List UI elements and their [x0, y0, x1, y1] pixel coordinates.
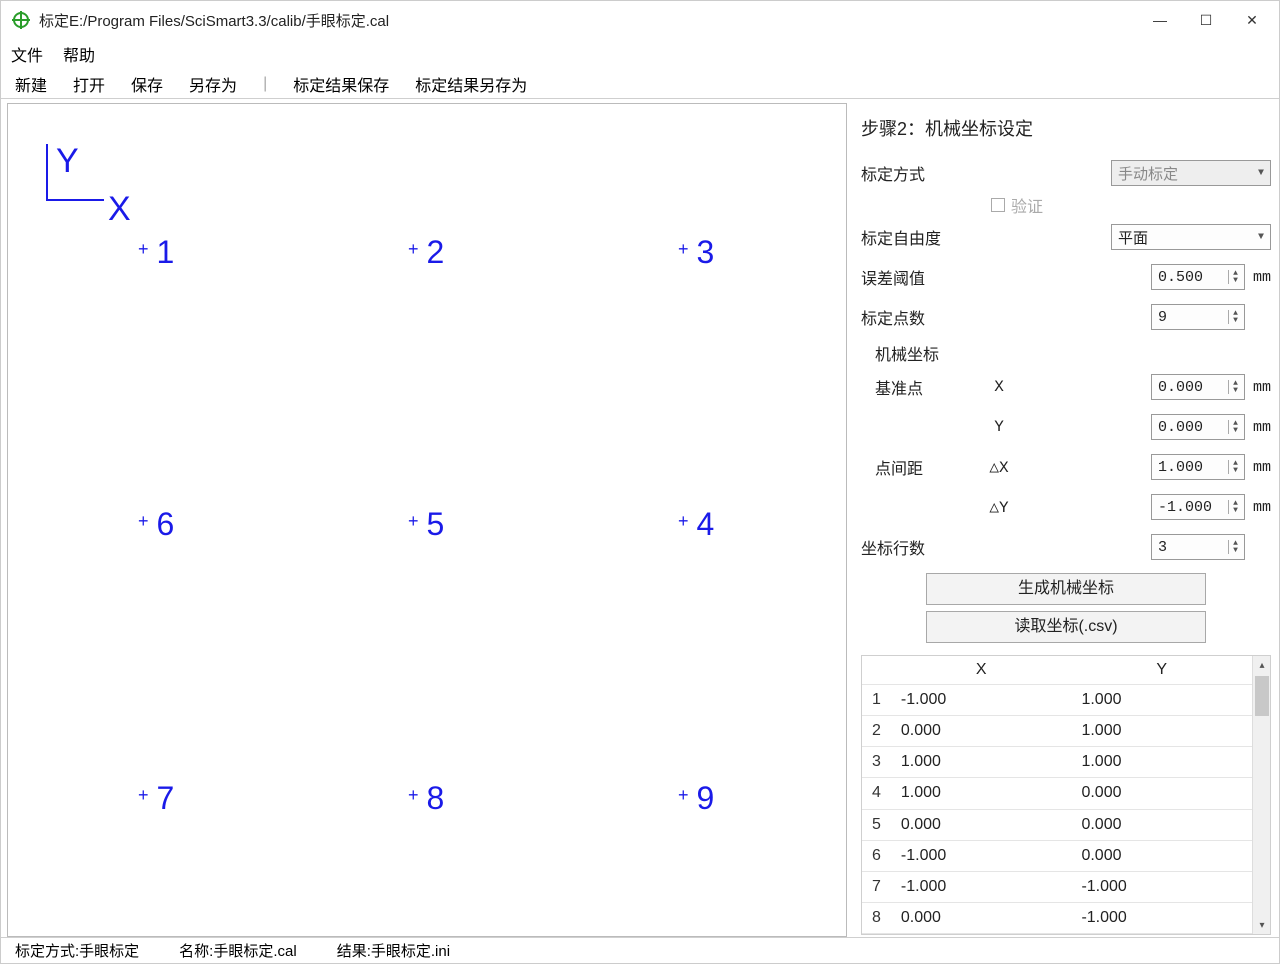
mech-coord-label: 机械坐标 [875, 341, 1271, 365]
scroll-up-icon[interactable]: ▴ [1253, 656, 1271, 674]
dx-input[interactable]: 1.000▲▼ [1151, 454, 1245, 480]
base-x-label: X [969, 378, 1029, 396]
coord-rows-label: 坐标行数 [861, 535, 991, 559]
verify-checkbox: 验证 [991, 193, 1271, 217]
status-mode: 标定方式:手眼标定 [15, 940, 139, 961]
base-y-label: Y [969, 418, 1029, 436]
close-button[interactable]: ✕ [1229, 4, 1275, 36]
table-row[interactable]: 41.0000.000 [862, 778, 1252, 809]
step-title: 步骤2：机械坐标设定 [861, 115, 1271, 141]
table-row[interactable]: 80.000-1.000 [862, 902, 1252, 933]
coord-table-wrap: X Y 1-1.0001.00020.0001.00031.0001.00041… [861, 655, 1271, 935]
table-row[interactable]: 6-1.0000.000 [862, 840, 1252, 871]
status-result: 结果:手眼标定.ini [337, 940, 450, 961]
table-header-x: X [891, 656, 1072, 685]
calib-point-4[interactable]: +4 [684, 502, 712, 539]
read-csv-button[interactable]: 读取坐标(.csv) [926, 611, 1206, 643]
scroll-down-icon[interactable]: ▾ [1253, 916, 1271, 934]
window-title: 标定E:/Program Files/SciSmart3.3/calib/手眼标… [39, 10, 1137, 31]
calib-point-7[interactable]: +7 [144, 776, 172, 813]
toolbar-save[interactable]: 保存 [131, 72, 163, 96]
menubar: 文件 帮助 [1, 39, 1279, 69]
dy-label: △Y [969, 497, 1029, 517]
toolbar-open[interactable]: 打开 [73, 72, 105, 96]
error-threshold-input[interactable]: 0.500▲▼ [1151, 264, 1245, 290]
calib-point-3[interactable]: +3 [684, 230, 712, 267]
status-name: 名称:手眼标定.cal [179, 940, 297, 961]
table-header-y: Y [1071, 656, 1252, 685]
axis-x-label: X [108, 190, 131, 229]
dof-label: 标定自由度 [861, 225, 991, 249]
maximize-button[interactable]: ☐ [1183, 4, 1229, 36]
calib-point-5[interactable]: +5 [414, 502, 442, 539]
toolbar-calib-saveas[interactable]: 标定结果另存为 [415, 72, 527, 96]
calib-point-2[interactable]: +2 [414, 230, 442, 267]
titlebar: 标定E:/Program Files/SciSmart3.3/calib/手眼标… [1, 1, 1279, 39]
base-point-label: 基准点 [875, 375, 961, 399]
coord-table[interactable]: X Y 1-1.0001.00020.0001.00031.0001.00041… [862, 656, 1252, 934]
calib-point-1[interactable]: +1 [144, 230, 172, 267]
generate-coord-button[interactable]: 生成机械坐标 [926, 573, 1206, 605]
table-row[interactable]: 1-1.0001.000 [862, 685, 1252, 716]
error-threshold-label: 误差阈值 [861, 265, 991, 289]
caret-down-icon: ▼ [1258, 168, 1264, 179]
interval-label: 点间距 [875, 455, 961, 479]
unit-mm: mm [1253, 269, 1271, 286]
calibration-canvas[interactable]: Y X +1 +2 +3 +6 +5 +4 +7 +8 +9 [7, 103, 847, 937]
axis-y-label: Y [56, 142, 79, 181]
calib-point-9[interactable]: +9 [684, 776, 712, 813]
toolbar-calib-save[interactable]: 标定结果保存 [293, 72, 389, 96]
toolbar-new[interactable]: 新建 [15, 72, 47, 96]
dy-input[interactable]: -1.000▲▼ [1151, 494, 1245, 520]
menu-help[interactable]: 帮助 [63, 42, 95, 66]
points-count-input[interactable]: 9▲▼ [1151, 304, 1245, 330]
calib-method-select: 手动标定▼ [1111, 160, 1271, 186]
caret-down-icon: ▼ [1258, 232, 1264, 243]
table-row[interactable]: 31.0001.000 [862, 747, 1252, 778]
dx-label: △X [969, 457, 1029, 477]
table-row[interactable]: 20.0001.000 [862, 716, 1252, 747]
calib-method-label: 标定方式 [861, 161, 991, 185]
base-y-input[interactable]: 0.000▲▼ [1151, 414, 1245, 440]
calib-point-6[interactable]: +6 [144, 502, 172, 539]
app-icon [11, 10, 31, 30]
table-scrollbar[interactable]: ▴ ▾ [1252, 656, 1270, 934]
toolbar-separator: | [263, 75, 267, 93]
toolbar-saveas[interactable]: 另存为 [189, 72, 237, 96]
table-row[interactable]: 7-1.000-1.000 [862, 871, 1252, 902]
dof-select[interactable]: 平面▼ [1111, 224, 1271, 250]
toolbar: 新建 打开 保存 另存为 | 标定结果保存 标定结果另存为 [1, 69, 1279, 99]
base-x-input[interactable]: 0.000▲▼ [1151, 374, 1245, 400]
table-row[interactable]: 50.0000.000 [862, 809, 1252, 840]
calib-point-8[interactable]: +8 [414, 776, 442, 813]
coord-rows-input[interactable]: 3▲▼ [1151, 534, 1245, 560]
statusbar: 标定方式:手眼标定 名称:手眼标定.cal 结果:手眼标定.ini [1, 937, 1279, 963]
minimize-button[interactable]: — [1137, 4, 1183, 36]
points-count-label: 标定点数 [861, 305, 991, 329]
settings-panel: 步骤2：机械坐标设定 标定方式 手动标定▼ 验证 标定自由度 平面▼ 误差阈值 … [847, 99, 1279, 937]
menu-file[interactable]: 文件 [11, 42, 43, 66]
